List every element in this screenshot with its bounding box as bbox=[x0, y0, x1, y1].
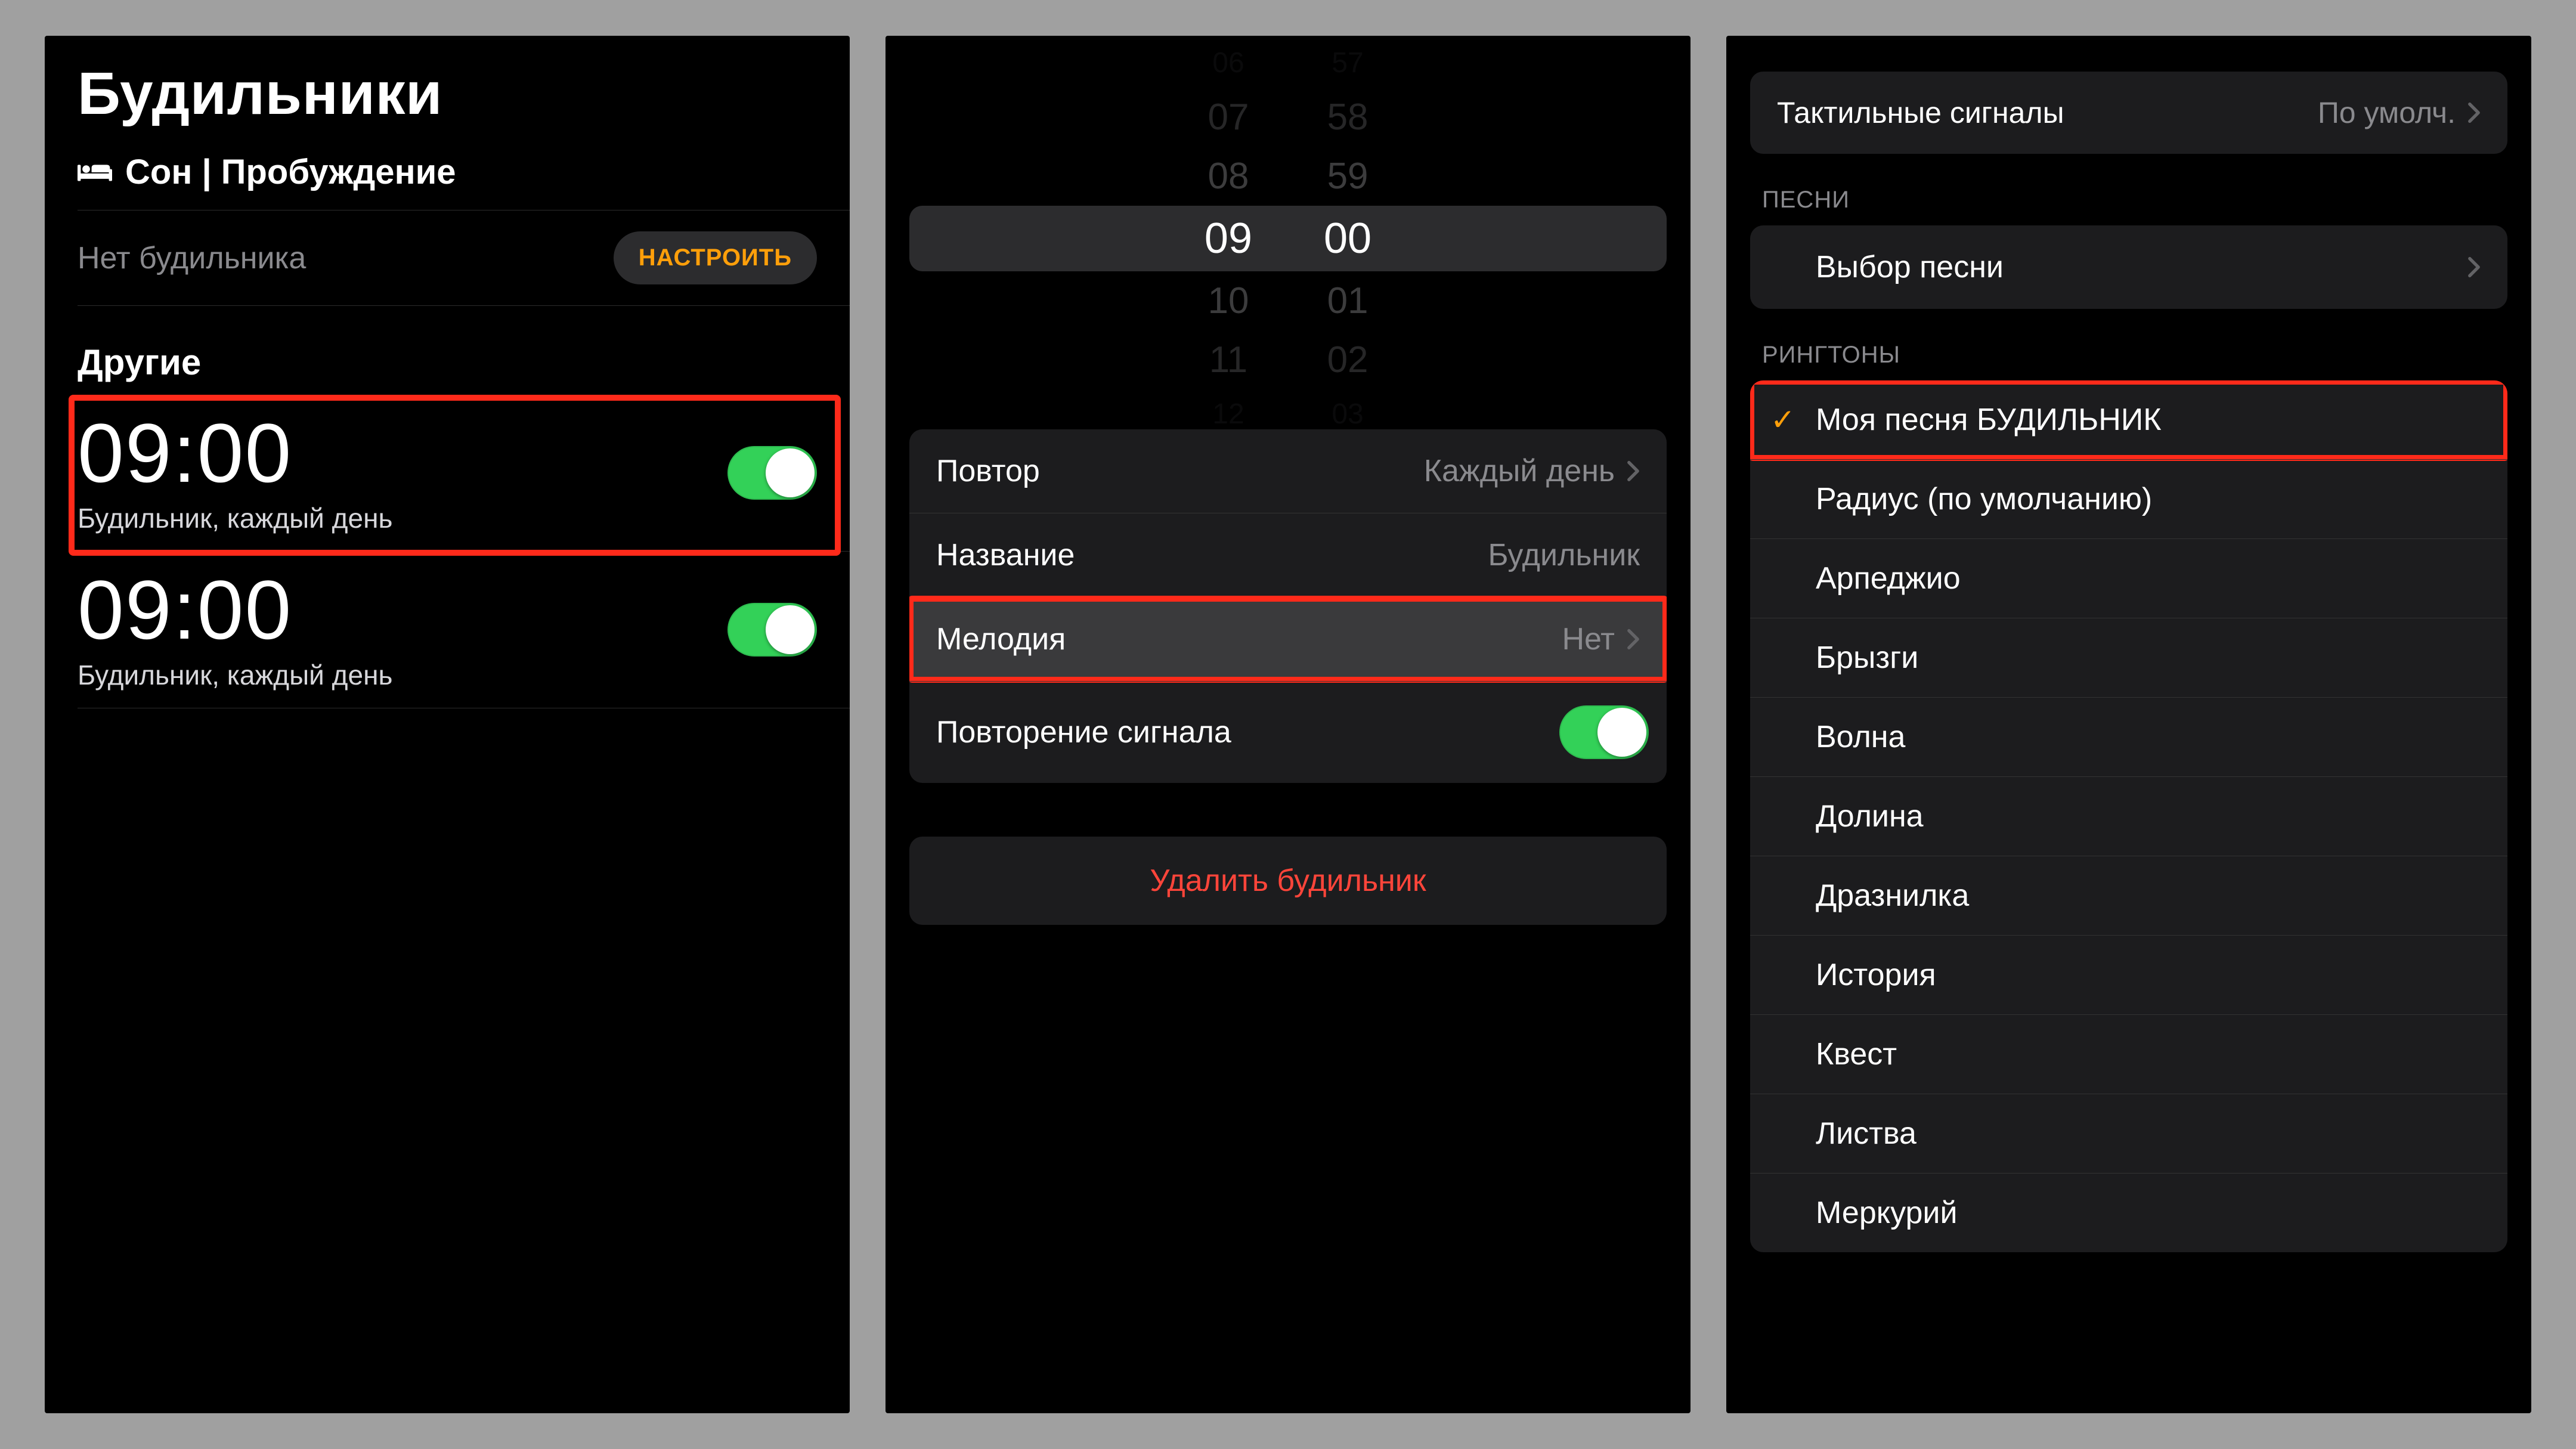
wheel-value: 06 bbox=[1212, 47, 1244, 79]
wheel-value: 03 bbox=[1332, 398, 1363, 431]
snooze-row: Повторение сигнала bbox=[909, 681, 1667, 783]
no-alarm-label: Нет будильника bbox=[78, 240, 306, 276]
alarm-item[interactable]: 09:00 Будильник, каждый день bbox=[45, 395, 850, 551]
ringtone-item[interactable]: Дразнилка bbox=[1750, 856, 2507, 935]
sleep-section-header: Сон | Пробуждение bbox=[45, 146, 850, 210]
chevron-right-icon bbox=[1627, 460, 1640, 482]
check-icon: ✓ bbox=[1768, 402, 1798, 437]
wheel-value: 58 bbox=[1327, 96, 1368, 138]
ringtones-section-header: РИНГТОНЫ bbox=[1726, 309, 2531, 380]
haptics-value: По умолч. bbox=[2318, 95, 2456, 130]
wheel-value: 12 bbox=[1212, 398, 1244, 431]
wheel-value: 02 bbox=[1327, 339, 1368, 381]
ringtone-label: Брызги bbox=[1816, 640, 2481, 676]
songs-section-header: ПЕСНИ bbox=[1726, 154, 2531, 225]
haptics-label: Тактильные сигналы bbox=[1777, 95, 2064, 130]
delete-alarm-button[interactable]: Удалить будильник bbox=[909, 837, 1667, 925]
hour-wheel[interactable]: 06 07 08 09 10 11 12 bbox=[1205, 47, 1252, 431]
wheel-value: 08 bbox=[1208, 155, 1249, 197]
sound-row[interactable]: Мелодия Нет bbox=[909, 597, 1667, 681]
configure-button[interactable]: НАСТРОИТЬ bbox=[614, 231, 817, 284]
ringtone-item[interactable]: Брызги bbox=[1750, 618, 2507, 697]
alarms-panel: Будильники Сон | Пробуждение Нет будильн… bbox=[45, 36, 850, 1413]
time-picker[interactable]: 06070809101112 57585900010203 bbox=[886, 72, 1690, 405]
repeat-value: Каждый день bbox=[1424, 453, 1615, 489]
ringtone-label: Меркурий bbox=[1816, 1195, 2481, 1231]
ringtone-label: Квест bbox=[1816, 1036, 2481, 1072]
wheel-value: 10 bbox=[1208, 280, 1249, 322]
wheel-value: 11 bbox=[1209, 339, 1247, 381]
ringtone-list: ✓ Моя песня БУДИЛЬНИК Радиус (по умолчанию… bbox=[1750, 380, 2507, 1252]
others-header: Другие bbox=[45, 306, 850, 395]
ringtone-label: Долина bbox=[1816, 798, 2481, 834]
wheel-value: 07 bbox=[1208, 96, 1249, 138]
wheel-value: 01 bbox=[1327, 280, 1368, 322]
wheel-value: 09 bbox=[1205, 214, 1252, 263]
ringtone-item[interactable]: Радиус (по умолчанию) bbox=[1750, 459, 2507, 538]
ringtone-item[interactable]: ✓ Моя песня БУДИЛЬНИК bbox=[1750, 380, 2507, 459]
ringtone-label: Арпеджио bbox=[1816, 561, 2481, 596]
name-row[interactable]: Название Будильник bbox=[909, 513, 1667, 597]
pick-song-label: Выбор песни bbox=[1816, 249, 2004, 285]
bed-icon bbox=[78, 160, 112, 184]
ringtone-item[interactable]: Листва bbox=[1750, 1094, 2507, 1173]
alarm-subtitle: Будильник, каждый день bbox=[78, 502, 392, 534]
sleep-section-label: Сон | Пробуждение bbox=[125, 152, 456, 192]
ringtone-item[interactable]: История bbox=[1750, 935, 2507, 1014]
alarm-time: 09:00 bbox=[78, 568, 392, 652]
chevron-right-icon bbox=[2467, 102, 2481, 123]
repeat-label: Повтор bbox=[936, 453, 1040, 489]
snooze-toggle[interactable] bbox=[1559, 705, 1649, 759]
ringtone-label: Дразнилка bbox=[1816, 878, 2481, 914]
ringtone-label: Радиус (по умолчанию) bbox=[1816, 481, 2481, 517]
name-value: Будильник bbox=[1488, 537, 1640, 573]
alarm-toggle[interactable] bbox=[727, 446, 817, 500]
ringtone-item[interactable]: Квест bbox=[1750, 1014, 2507, 1094]
sound-label: Мелодия bbox=[936, 621, 1066, 657]
sound-value: Нет bbox=[1562, 621, 1615, 657]
haptics-row[interactable]: Тактильные сигналы По умолч. bbox=[1750, 72, 2507, 154]
pick-song-row[interactable]: Выбор песни bbox=[1750, 225, 2507, 309]
repeat-row[interactable]: Повтор Каждый день bbox=[909, 429, 1667, 513]
ringtone-item[interactable]: Волна bbox=[1750, 697, 2507, 776]
alarm-toggle[interactable] bbox=[727, 603, 817, 657]
wheel-value: 57 bbox=[1332, 47, 1363, 79]
edit-alarm-panel: 06 07 08 09 10 11 12 57 58 59 00 01 02 03 Повтор Каж… bbox=[886, 36, 1690, 1413]
alarm-time: 09:00 bbox=[78, 411, 392, 495]
ringtone-label: Волна bbox=[1816, 719, 2481, 755]
ringtone-item[interactable]: Долина bbox=[1750, 776, 2507, 856]
wheel-value: 00 bbox=[1324, 214, 1371, 263]
sound-picker-panel: Тактильные сигналы По умолч. ПЕСНИ Выбор… bbox=[1726, 36, 2531, 1413]
chevron-right-icon bbox=[2467, 256, 2481, 278]
minute-wheel[interactable]: 57 58 59 00 01 02 03 bbox=[1324, 47, 1371, 431]
alarm-subtitle: Будильник, каждый день bbox=[78, 659, 392, 691]
alarm-item[interactable]: 09:00 Будильник, каждый день bbox=[45, 552, 850, 708]
alarm-settings-group: Повтор Каждый день Название Будильник Ме… bbox=[909, 429, 1667, 783]
ringtone-label: История bbox=[1816, 957, 2481, 993]
wheel-value: 59 bbox=[1327, 155, 1368, 197]
chevron-right-icon bbox=[1627, 628, 1640, 650]
snooze-label: Повторение сигнала bbox=[936, 714, 1231, 750]
ringtone-label: Листва bbox=[1816, 1116, 2481, 1151]
page-title: Будильники bbox=[45, 36, 850, 146]
name-label: Название bbox=[936, 537, 1075, 573]
ringtone-item[interactable]: Меркурий bbox=[1750, 1173, 2507, 1252]
ringtone-label: Моя песня БУДИЛЬНИК bbox=[1816, 402, 2481, 438]
ringtone-item[interactable]: Арпеджио bbox=[1750, 538, 2507, 618]
